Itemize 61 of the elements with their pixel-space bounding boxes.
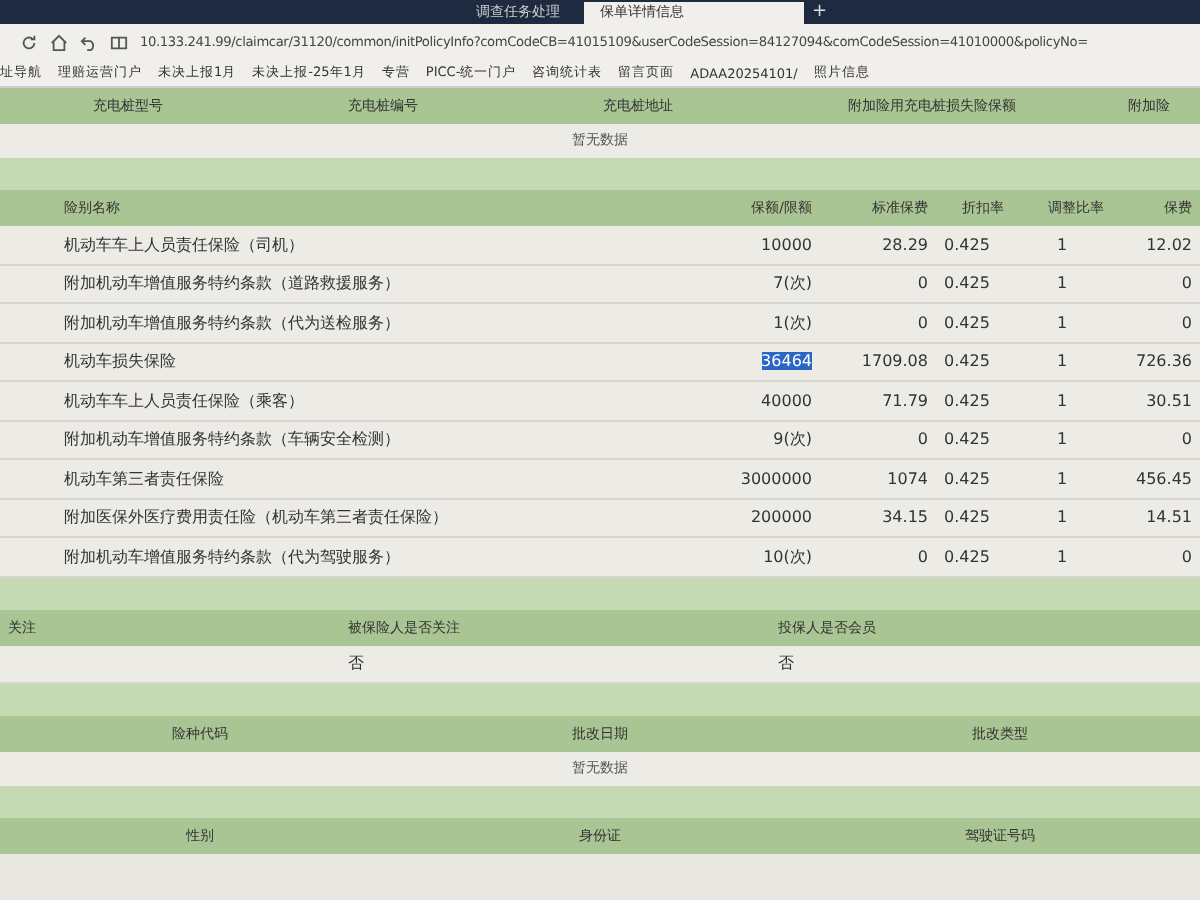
table-cell-text: 0	[915, 547, 930, 566]
table-cell-text: 0.425	[942, 235, 992, 254]
table-cell-text: 否	[776, 652, 796, 675]
table-cell-text: 34.15	[880, 508, 930, 527]
table-cell-text: 1	[1054, 235, 1070, 254]
table-cell-text: 0.425	[942, 469, 992, 488]
undo-icon[interactable]	[80, 33, 98, 51]
table-cell-text: 附加机动车增值服务特约条款（车辆安全检测）	[62, 428, 402, 451]
table-cell-text: 1	[1054, 313, 1070, 332]
table-cell-text: 附加医保外医疗费用责任险（机动车第三者责任保险）	[62, 506, 450, 529]
table-cell: 36464	[761, 352, 812, 371]
table-cell-text: 0.425	[942, 391, 992, 410]
table-cell-text: 0	[915, 430, 930, 449]
table-cell-text: 1	[1054, 430, 1070, 449]
table-cell-text: 0	[915, 274, 930, 293]
table-cell-text: 1074	[885, 469, 930, 488]
table-cell-text: 30.51	[1144, 391, 1194, 410]
table-cell-text: 机动车第三者责任保险	[62, 467, 226, 490]
table-cell-text: 1709.08	[859, 352, 930, 371]
table-cell-text: 0.425	[942, 430, 992, 449]
table-cell: 10000	[761, 235, 812, 254]
table-cell-text: 0.425	[942, 508, 992, 527]
table-cell-text: 1	[1054, 391, 1070, 410]
table-cell-text: 726.36	[1134, 352, 1194, 371]
table-cell: 200000	[750, 508, 812, 527]
table-cell-text: 1	[1054, 352, 1070, 371]
table-cell-text: 否	[346, 652, 366, 675]
table-cell-text: 1	[1054, 469, 1070, 488]
table-cell: 1(次)	[773, 313, 812, 332]
table-cell: 7(次)	[773, 274, 812, 293]
table-cell-text: 0	[1179, 547, 1194, 566]
table-cell-text: 附加机动车增值服务特约条款（道路救援服务）	[62, 272, 402, 295]
table-cell: 10(次)	[763, 547, 812, 566]
table-cell-text: 0.425	[942, 313, 992, 332]
table-cell-text: 0.425	[942, 547, 992, 566]
table-cell-text: 0	[1179, 430, 1194, 449]
table-cell-text: 456.45	[1134, 469, 1194, 488]
home-icon[interactable]	[50, 33, 68, 51]
table-cell-text: 1	[1054, 547, 1070, 566]
table-cell-text: 0	[1179, 274, 1194, 293]
table-cell-text: 0	[1179, 313, 1194, 332]
table-cell-text: 机动车车上人员责任保险（乘客）	[62, 389, 306, 412]
table-cell: 40000	[761, 391, 812, 410]
table-cell-text: 14.51	[1144, 508, 1194, 527]
table-cell-text: 28.29	[880, 235, 930, 254]
table-cell: 3000000	[740, 469, 812, 488]
table-cell-text: 0.425	[942, 352, 992, 371]
new-tab-button[interactable]: +	[812, 2, 828, 24]
table-cell-text: 附加机动车增值服务特约条款（代为驾驶服务）	[62, 545, 402, 568]
reload-icon[interactable]	[20, 33, 38, 51]
table-cell-text: 1	[1054, 508, 1070, 527]
table-cell: 9(次)	[773, 430, 812, 449]
table-cell-text: 0.425	[942, 274, 992, 293]
table-cell-text: 附加机动车增值服务特约条款（代为送检服务）	[62, 311, 402, 334]
table-cell-text: 71.79	[880, 391, 930, 410]
table-cell-text: 机动车损失保险	[62, 350, 178, 373]
table-cell-text: 1	[1054, 274, 1070, 293]
table-cell-text: 0	[915, 313, 930, 332]
table-cell-text: 12.02	[1144, 235, 1194, 254]
reader-icon[interactable]	[110, 33, 128, 51]
table-cell-text: 机动车车上人员责任保险（司机）	[62, 233, 306, 256]
